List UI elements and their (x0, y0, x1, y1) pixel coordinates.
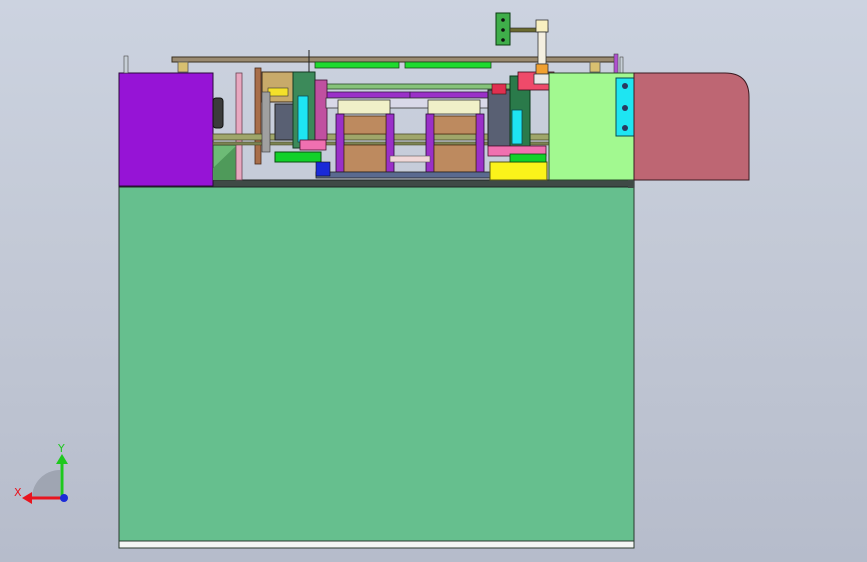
top-slide-bar (314, 61, 400, 69)
end-cover[interactable] (633, 72, 750, 181)
axis-triad: Y X (14, 442, 68, 504)
cad-viewport[interactable]: Y X (0, 0, 867, 562)
support-post (254, 67, 262, 165)
triad-y-label: Y (57, 442, 65, 455)
side-housing[interactable] (548, 72, 635, 188)
support-post (235, 72, 243, 181)
triad-plane-arc (32, 470, 60, 498)
triad-origin (60, 494, 68, 502)
right-gear-cluster[interactable] (487, 71, 555, 181)
base-cabinet[interactable] (118, 179, 635, 549)
triad-y-arrow (56, 454, 68, 464)
motor-block[interactable] (118, 72, 238, 187)
top-slide-bar (404, 61, 492, 69)
machine-assembly-model[interactable] (0, 0, 867, 562)
triad-x-label: X (14, 486, 22, 499)
triad-x-arrow (22, 492, 32, 504)
